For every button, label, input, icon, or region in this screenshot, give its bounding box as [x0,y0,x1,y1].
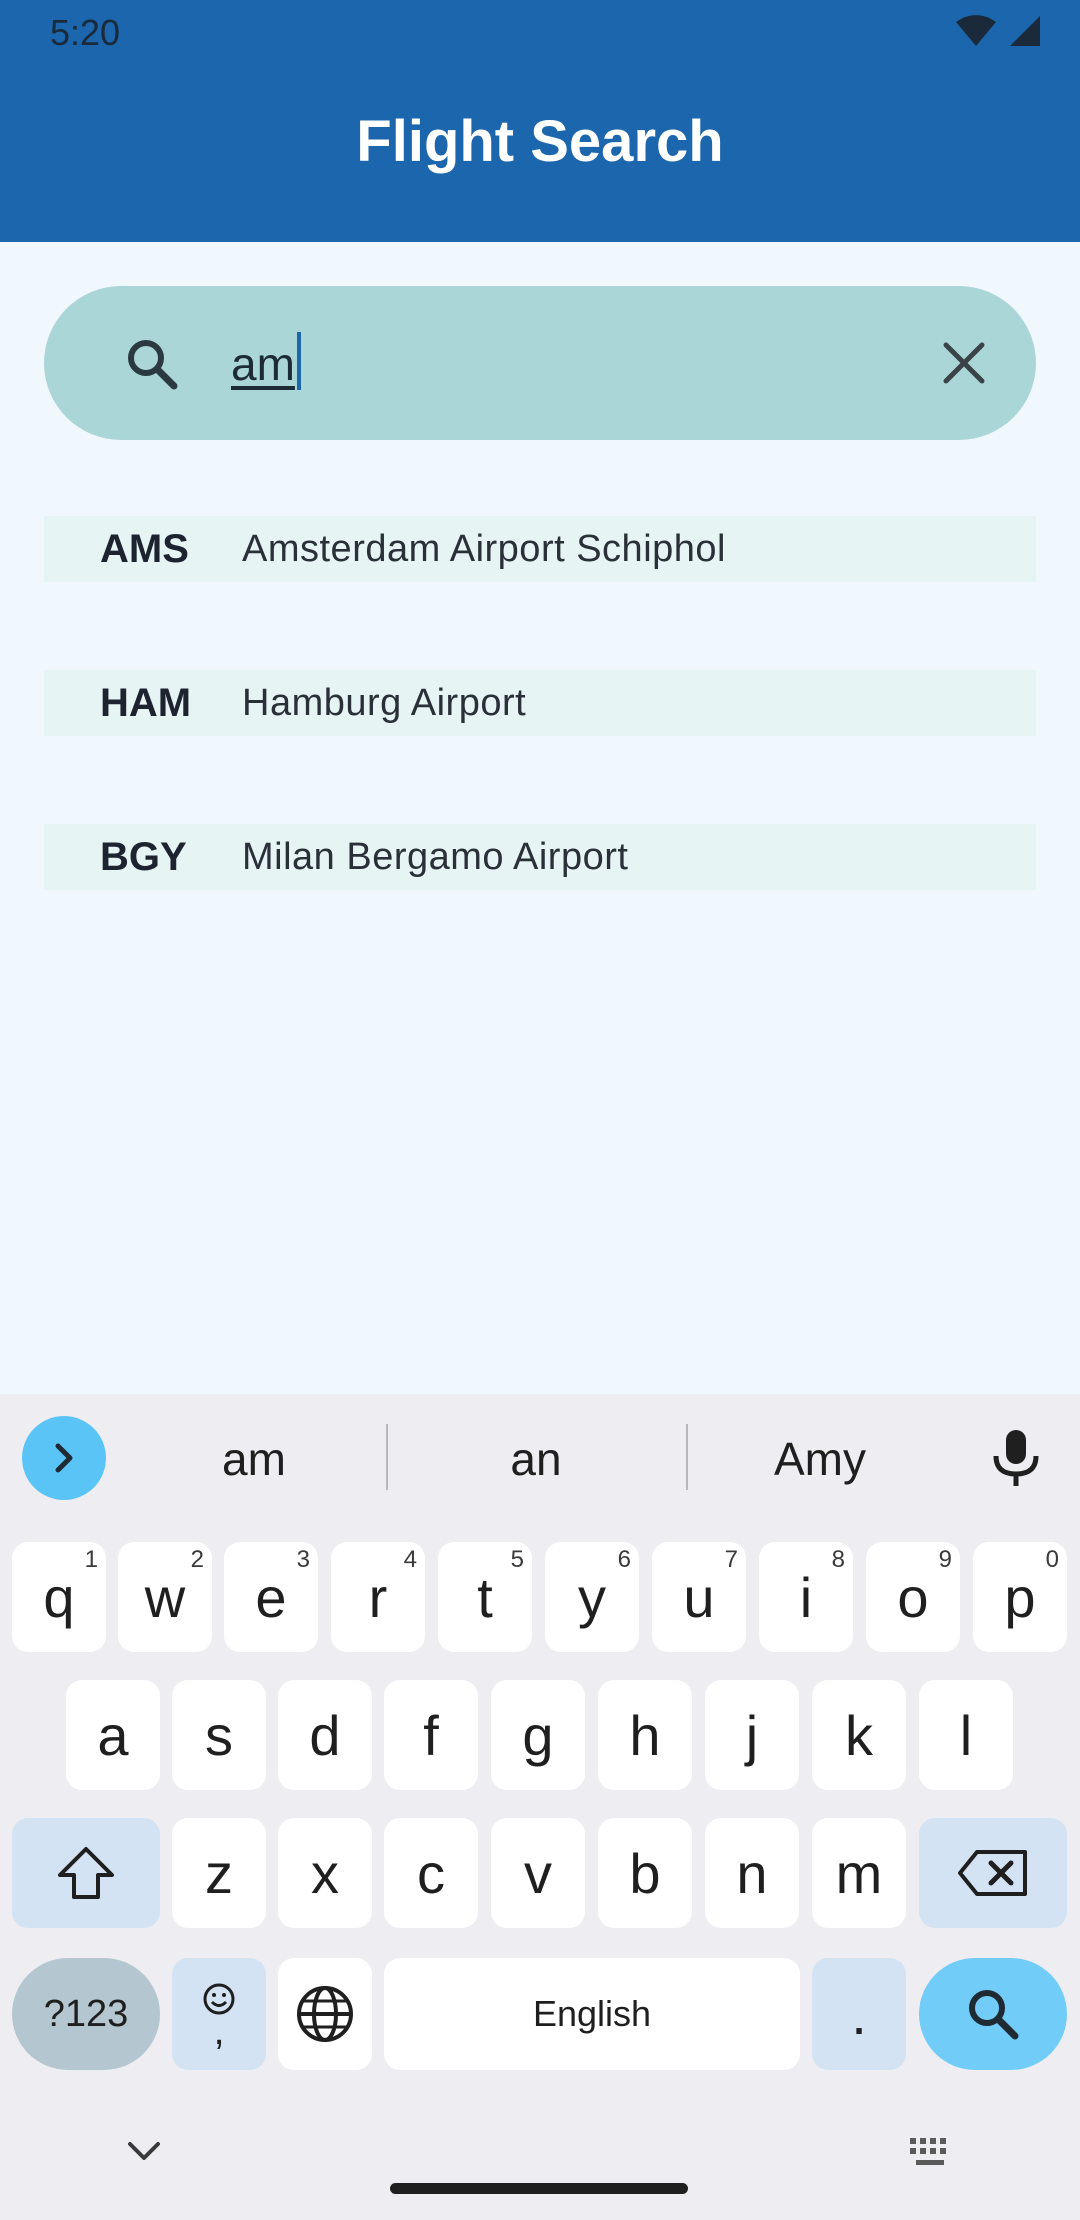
search-icon [969,1990,1019,2040]
key-label: o [897,1565,929,1629]
search-enter-key[interactable] [919,1958,1067,2070]
search-bar[interactable]: am [44,286,1036,440]
key-y[interactable]: y6 [545,1542,639,1652]
period-key[interactable]: . [812,1958,906,2070]
airport-result[interactable]: HAM Hamburg Airport [44,670,1036,736]
airport-name: Hamburg Airport [242,681,527,724]
chevron-down-icon[interactable] [126,2140,162,2169]
key-hint: 3 [296,1546,310,1573]
key-p[interactable]: p0 [973,1542,1067,1652]
key-d[interactable]: d [278,1680,372,1790]
key-label: p [1004,1565,1036,1629]
airport-name: Amsterdam Airport Schiphol [242,527,726,570]
key-e[interactable]: e3 [224,1542,318,1652]
search-input-text: am [231,338,295,390]
text-caret [296,332,301,390]
wifi-icon [954,14,998,53]
space-key[interactable]: English [384,1958,800,2070]
home-gesture-handle[interactable] [390,2183,688,2194]
key-s[interactable]: s [172,1680,266,1790]
key-label: r [368,1565,388,1629]
language-key[interactable] [278,1958,372,2070]
shift-icon [58,1847,114,1899]
key-v[interactable]: v [491,1818,585,1928]
key-hint: 5 [510,1546,524,1573]
key-label: q [43,1565,75,1629]
comma-label: , [213,2009,225,2053]
symbols-key[interactable]: ?123 [12,1958,160,2070]
key-label: t [477,1565,493,1629]
key-w[interactable]: w2 [118,1542,212,1652]
key-l[interactable]: l [919,1680,1013,1790]
soft-keyboard: am an Amy q1 w2 e3 r4 t5 y6 u7 i8 o9 p0 … [0,1394,1080,2220]
key-hint: 4 [403,1546,417,1573]
key-c[interactable]: c [384,1818,478,1928]
key-label: e [255,1565,287,1629]
airport-result[interactable]: BGY Milan Bergamo Airport [44,824,1036,890]
key-hint: 1 [84,1546,98,1573]
emoji-comma-key[interactable]: , [172,1958,266,2070]
key-hint: 7 [724,1546,738,1573]
key-r[interactable]: r4 [331,1542,425,1652]
airport-code: BGY [100,834,187,879]
key-t[interactable]: t5 [438,1542,532,1652]
airport-result[interactable]: AMS Amsterdam Airport Schiphol [44,516,1036,582]
globe-icon [297,1986,353,2042]
key-g[interactable]: g [491,1680,585,1790]
key-x[interactable]: x [278,1818,372,1928]
suggestion-divider [686,1424,688,1490]
key-j[interactable]: j [705,1680,799,1790]
key-label: u [683,1565,715,1629]
key-hint: 2 [190,1546,204,1573]
suggestion-divider [386,1424,388,1490]
status-icons [954,14,1042,53]
search-icon [124,336,180,397]
key-h[interactable]: h [598,1680,692,1790]
keyboard-switch-icon[interactable] [908,2136,954,2175]
key-label: i [799,1565,813,1629]
key-label: y [578,1565,606,1629]
key-z[interactable]: z [172,1818,266,1928]
microphone-icon[interactable] [990,1428,1042,1495]
key-k[interactable]: k [812,1680,906,1790]
shift-key[interactable] [12,1818,160,1928]
key-label: w [144,1565,186,1629]
key-f[interactable]: f [384,1680,478,1790]
backspace-icon [958,1850,1027,1896]
suggestion-1[interactable]: am [144,1424,364,1494]
status-time: 5:20 [50,12,121,53]
key-m[interactable]: m [812,1818,906,1928]
key-hint: 0 [1045,1546,1059,1573]
backspace-key[interactable] [919,1818,1067,1928]
signal-icon [1008,14,1042,53]
key-hint: 8 [831,1546,845,1573]
page-title: Flight Search [356,108,724,174]
key-u[interactable]: u7 [652,1542,746,1652]
chevron-right-icon [55,1443,73,1473]
app-bar: Flight Search [0,66,1080,242]
suggestion-3[interactable]: Amy [710,1424,930,1494]
key-a[interactable]: a [66,1680,160,1790]
key-n[interactable]: n [705,1818,799,1928]
key-q[interactable]: q1 [12,1542,106,1652]
key-b[interactable]: b [598,1818,692,1928]
clear-icon[interactable] [936,335,992,391]
status-bar: 5:20 [0,0,1080,66]
key-hint: 9 [938,1546,952,1573]
key-i[interactable]: i8 [759,1542,853,1652]
search-input[interactable]: am [231,332,301,391]
expand-toolbar-button[interactable] [22,1416,106,1500]
airport-code: HAM [100,680,192,725]
key-hint: 6 [617,1546,631,1573]
airport-code: AMS [100,526,189,571]
airport-name: Milan Bergamo Airport [242,835,629,878]
suggestion-2[interactable]: an [426,1424,646,1494]
key-o[interactable]: o9 [866,1542,960,1652]
